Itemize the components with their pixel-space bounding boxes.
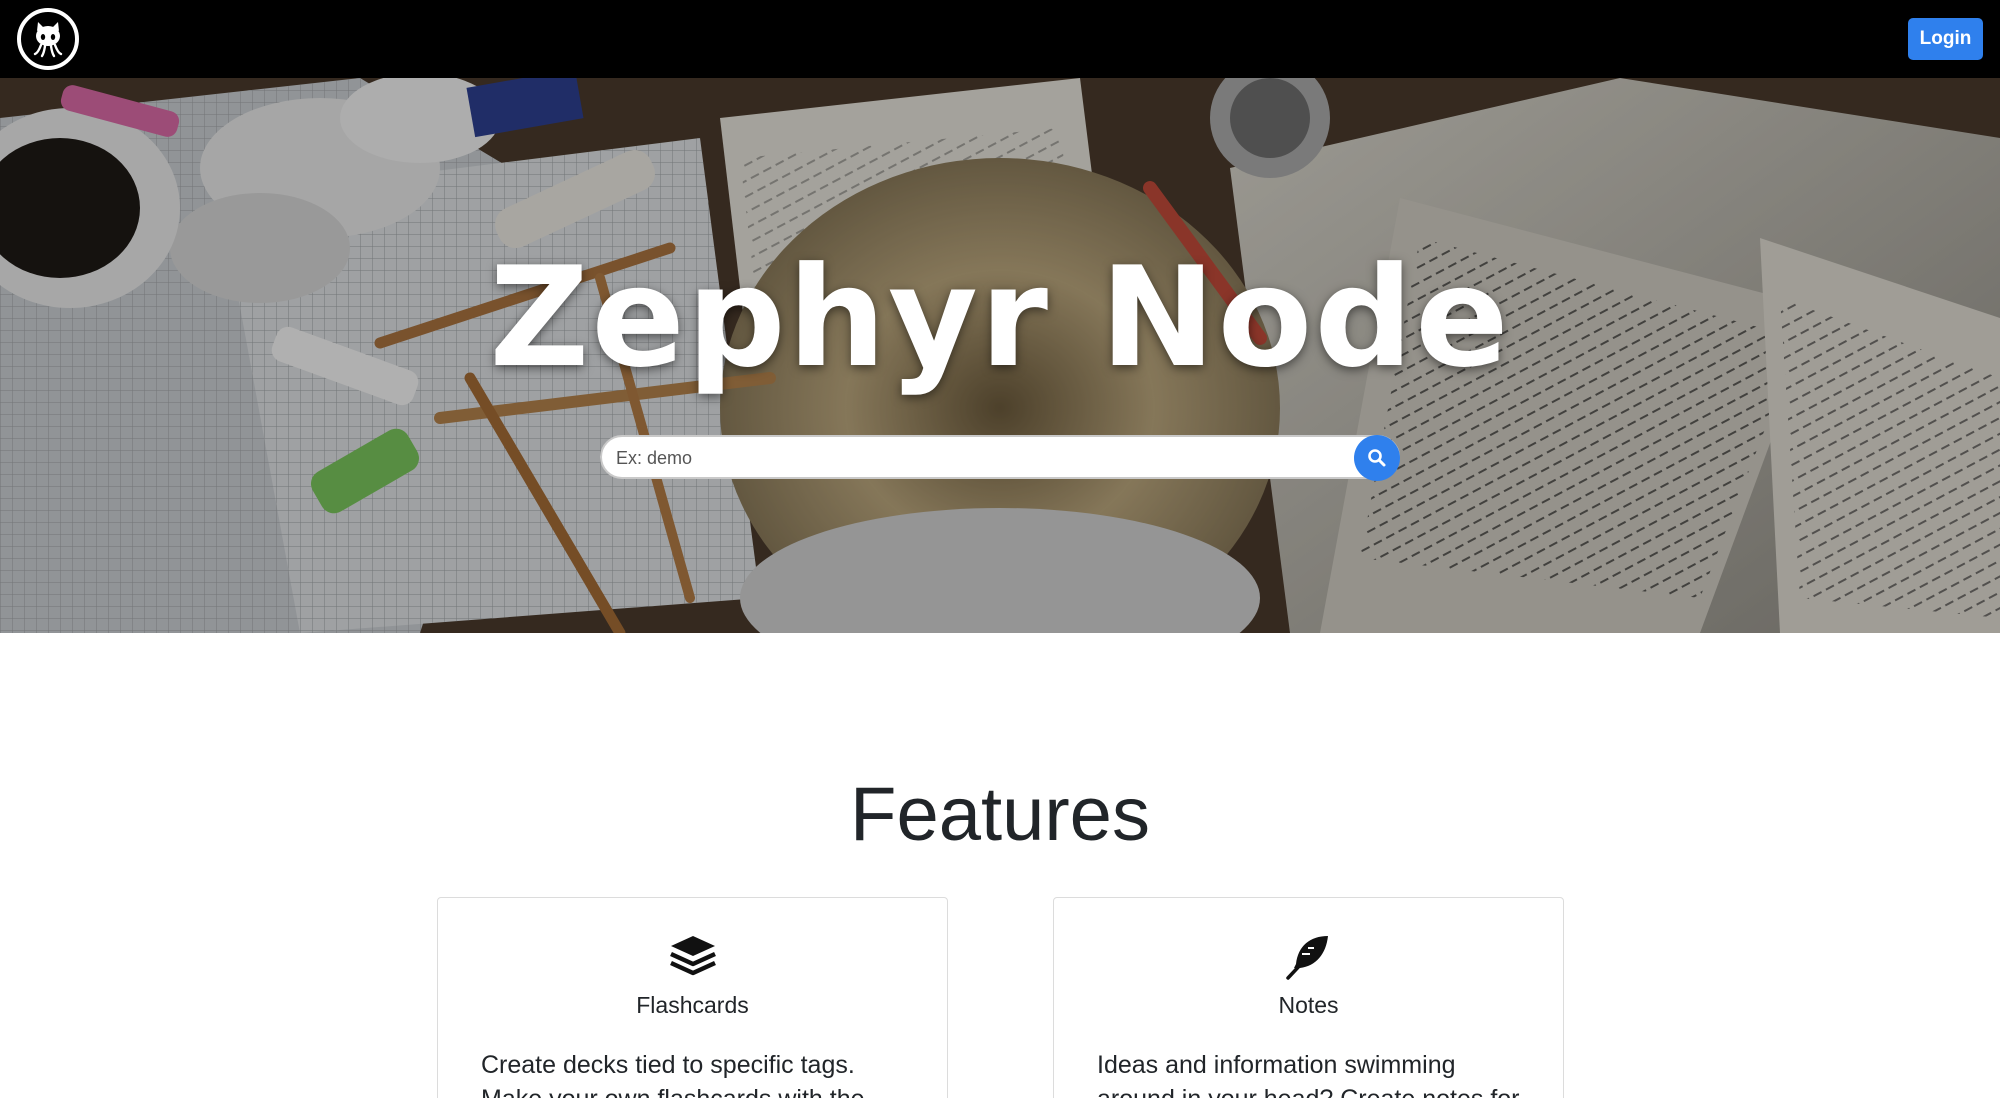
card-icon-wrap [438,932,947,982]
features-heading: Features [850,772,1150,857]
octocat-logo-link[interactable] [17,8,79,70]
card-title: Flashcards [636,992,749,1018]
card-icon-wrap [1054,932,1563,982]
login-button[interactable]: Login [1908,18,1983,60]
hero-section: Zephyr Node [0,78,2000,633]
feather-icon [1285,936,1328,980]
feature-card-flashcards: Flashcards Create decks tied to specific… [437,897,948,1098]
hero-title: Zephyr Node [489,237,1511,398]
layers-icon [669,936,716,976]
card-description: Ideas and information swimming around in… [1097,1051,1520,1098]
search-button[interactable] [1354,435,1400,481]
search-bar [600,435,1400,481]
card-description: Create decks tied to specific tags. Make… [481,1051,865,1098]
feature-card-notes: Notes Ideas and information swimming aro… [1053,897,1564,1098]
card-title: Notes [1278,992,1339,1018]
top-navbar: Login [0,0,2000,78]
search-icon [1368,449,1386,467]
octocat-icon [33,22,63,58]
search-input[interactable] [616,443,1346,473]
